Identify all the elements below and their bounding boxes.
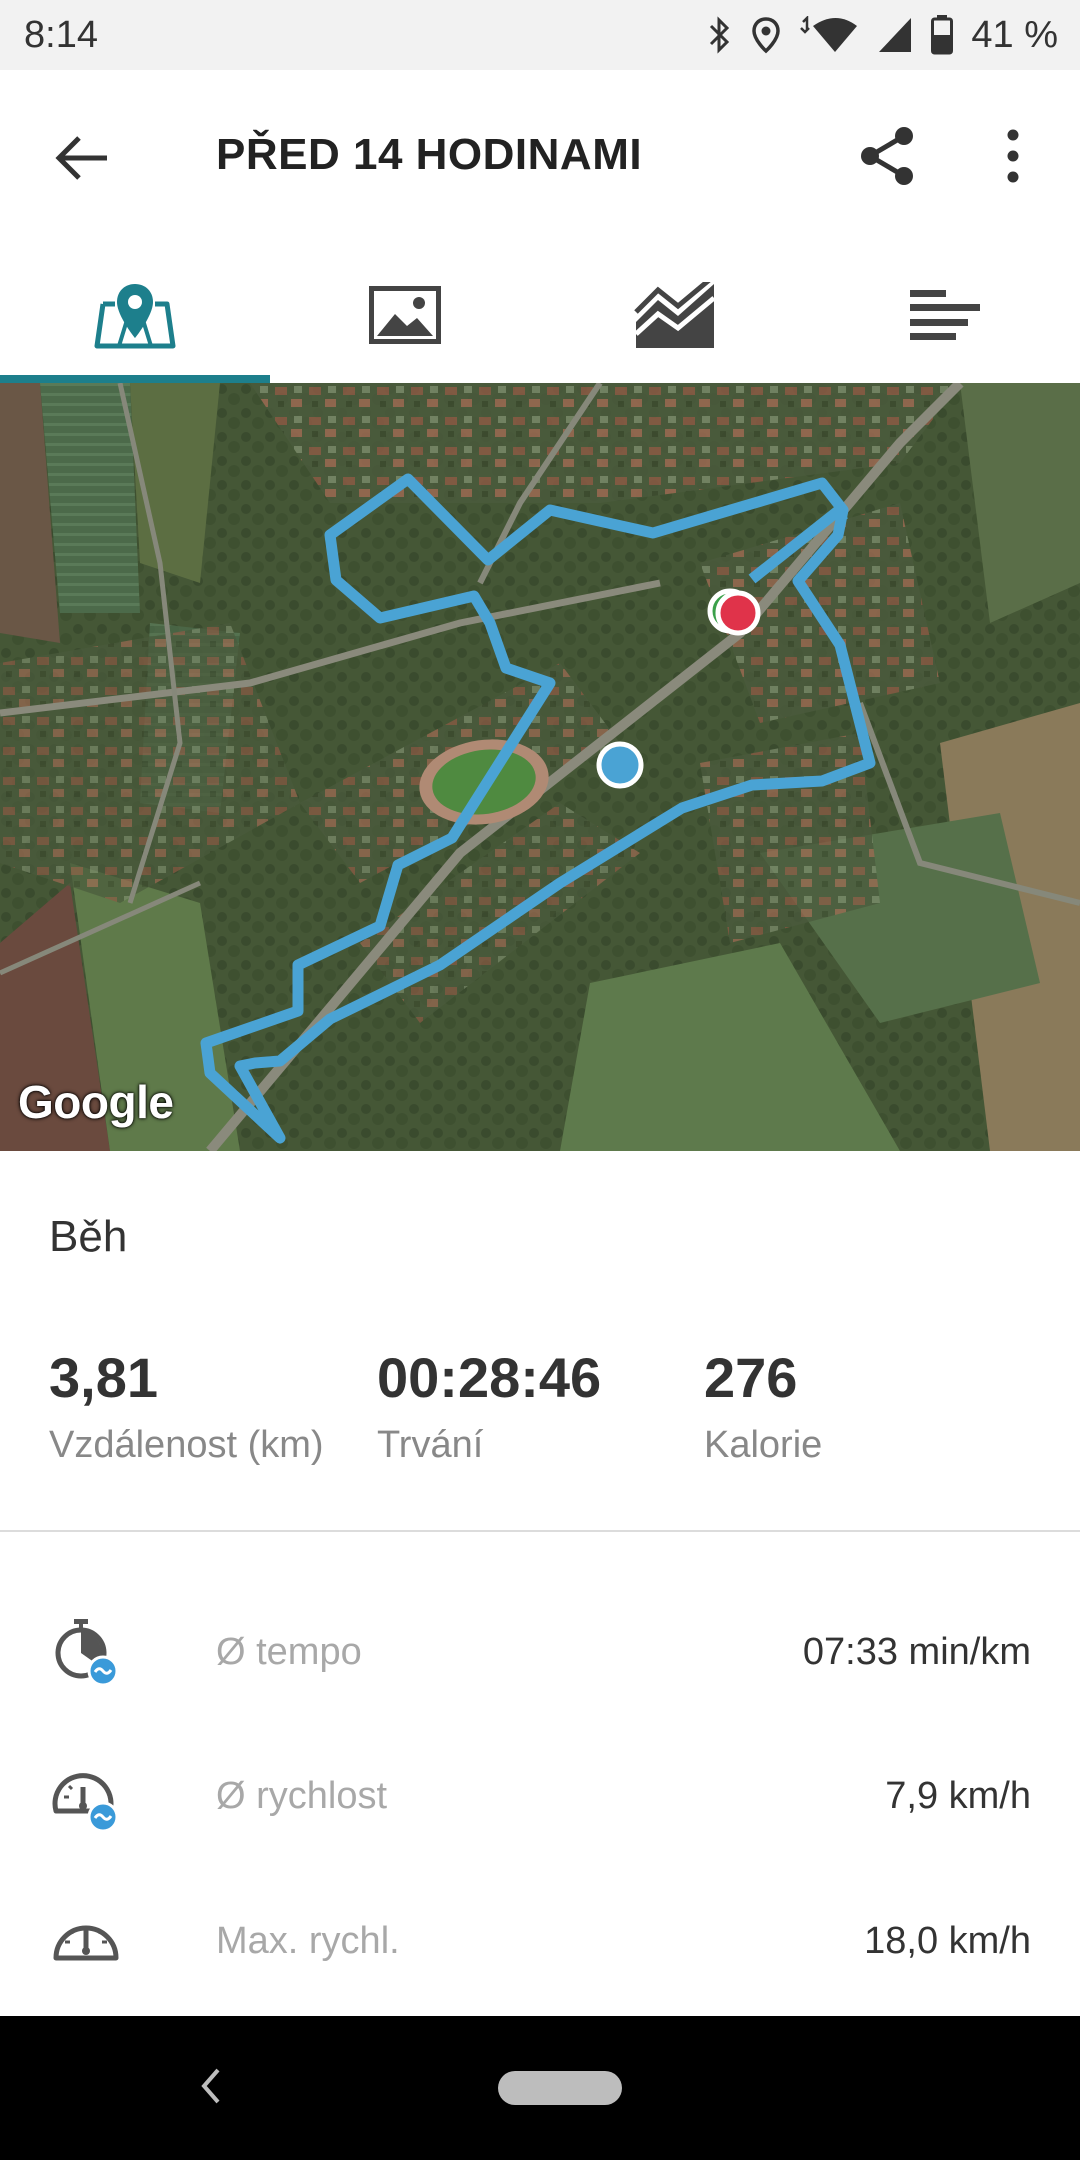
calories-label: Kalorie	[704, 1424, 823, 1466]
app-bar: PŘED 14 HODINAMI	[0, 70, 1080, 245]
calories-value: 276	[704, 1346, 798, 1409]
status-time: 8:14	[24, 13, 98, 56]
duration-value: 00:28:46	[377, 1346, 602, 1409]
tab-bar	[0, 245, 1080, 385]
avg-speed-value: 7,9 km/h	[885, 1775, 1031, 1817]
page-title: PŘED 14 HODINAMI	[216, 130, 643, 179]
tab-photos[interactable]	[270, 245, 540, 385]
location-icon	[752, 17, 781, 54]
tab-map[interactable]	[0, 245, 270, 385]
distance-label: Vzdálenost (km)	[49, 1424, 324, 1466]
detail-row-max-speed: Max. rychl. 18,0 km/h	[0, 1902, 1080, 1982]
system-nav-bar	[0, 2016, 1080, 2160]
distance-value: 3,81	[49, 1346, 158, 1409]
bluetooth-icon	[710, 16, 730, 54]
status-icons: 41 %	[707, 14, 1058, 57]
more-vert-icon	[1007, 129, 1019, 183]
route-map[interactable]: Google	[0, 383, 1080, 1151]
stat-calories: 276 Kalorie	[704, 1350, 822, 1467]
more-button[interactable]	[995, 120, 1031, 192]
nav-home-button[interactable]	[498, 2071, 622, 2105]
share-icon	[861, 127, 913, 185]
tab-charts[interactable]	[540, 245, 810, 385]
max-speed-icon	[53, 1925, 119, 1961]
share-button[interactable]	[856, 120, 920, 192]
start-marker	[596, 741, 644, 789]
status-bar: 8:14 41 %	[0, 0, 1080, 70]
detail-row-avg-speed: Ø rychlost 7,9 km/h	[0, 1757, 1080, 1837]
stat-duration: 00:28:46 Trvání	[377, 1350, 601, 1467]
pace-value: 07:33 min/km	[802, 1631, 1031, 1673]
detail-row-pace: Ø tempo 07:33 min/km	[0, 1613, 1080, 1693]
avg-speed-icon	[52, 1773, 119, 1833]
pace-label: Ø tempo	[216, 1631, 362, 1673]
arrow-back-icon	[55, 136, 107, 180]
duration-label: Trvání	[377, 1424, 484, 1466]
activity-type: Běh	[49, 1212, 128, 1261]
divider	[0, 1530, 1080, 1532]
satellite-map-image	[0, 383, 1080, 1151]
google-attribution: Google	[18, 1076, 174, 1128]
back-button[interactable]	[52, 128, 112, 188]
nav-back-icon[interactable]	[190, 2056, 230, 2116]
map-pin-icon	[94, 284, 176, 349]
avg-speed-label: Ø rychlost	[216, 1775, 388, 1817]
chart-icon	[634, 282, 716, 348]
battery-percent: 41 %	[971, 13, 1058, 56]
list-icon	[910, 290, 980, 340]
end-marker	[715, 590, 761, 636]
wifi-icon	[800, 16, 858, 52]
tab-details[interactable]	[810, 245, 1080, 385]
stat-distance: 3,81 Vzdálenost (km)	[49, 1350, 324, 1467]
battery-icon	[931, 15, 954, 55]
signal-icon	[879, 18, 912, 52]
max-speed-label: Max. rychl.	[216, 1920, 400, 1962]
image-icon	[369, 286, 441, 344]
pace-icon	[55, 1619, 119, 1687]
summary-stats: 3,81 Vzdálenost (km) 00:28:46 Trvání 276…	[0, 1350, 1080, 1480]
max-speed-value: 18,0 km/h	[864, 1920, 1031, 1962]
